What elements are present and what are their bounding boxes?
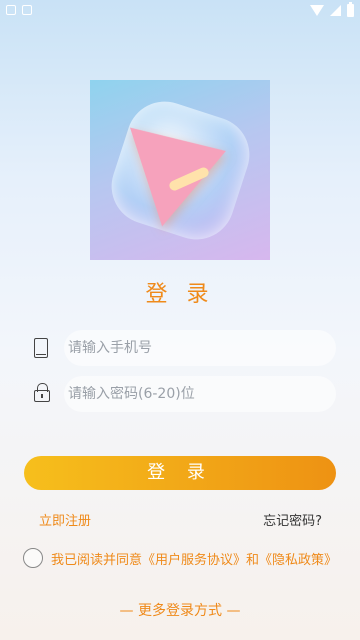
app-logo xyxy=(90,80,270,260)
register-link[interactable]: 立即注册 xyxy=(39,510,91,529)
password-field xyxy=(24,376,336,412)
login-button[interactable]: 登 录 xyxy=(24,456,336,490)
page-title: 登 录 xyxy=(145,282,215,307)
forgot-password-link[interactable]: 忘记密码? xyxy=(263,510,322,529)
lock-icon-wrap xyxy=(24,376,64,412)
phone-input[interactable] xyxy=(68,340,336,356)
phone-icon xyxy=(34,338,48,358)
battery-icon xyxy=(347,2,354,17)
phone-input-pill xyxy=(64,330,336,366)
status-indicators xyxy=(310,2,354,17)
phone-field xyxy=(24,330,336,366)
more-login-options[interactable]: — 更多登录方式 — xyxy=(0,600,360,620)
notification-icon xyxy=(6,5,16,15)
password-input-pill xyxy=(64,376,336,412)
agreement-row: 我已阅读并同意《用户服务协议》和《隐私政策》 xyxy=(23,548,337,568)
signal-icon xyxy=(330,5,341,16)
notification-icon xyxy=(22,5,32,15)
agreement-text[interactable]: 我已阅读并同意《用户服务协议》和《隐私政策》 xyxy=(51,549,337,568)
phone-icon-wrap xyxy=(24,330,64,366)
status-notifications xyxy=(6,5,32,15)
wifi-icon xyxy=(310,5,324,16)
password-input[interactable] xyxy=(68,386,336,402)
status-bar xyxy=(0,0,360,24)
lock-icon xyxy=(34,383,50,402)
agreement-checkbox[interactable] xyxy=(23,548,43,568)
